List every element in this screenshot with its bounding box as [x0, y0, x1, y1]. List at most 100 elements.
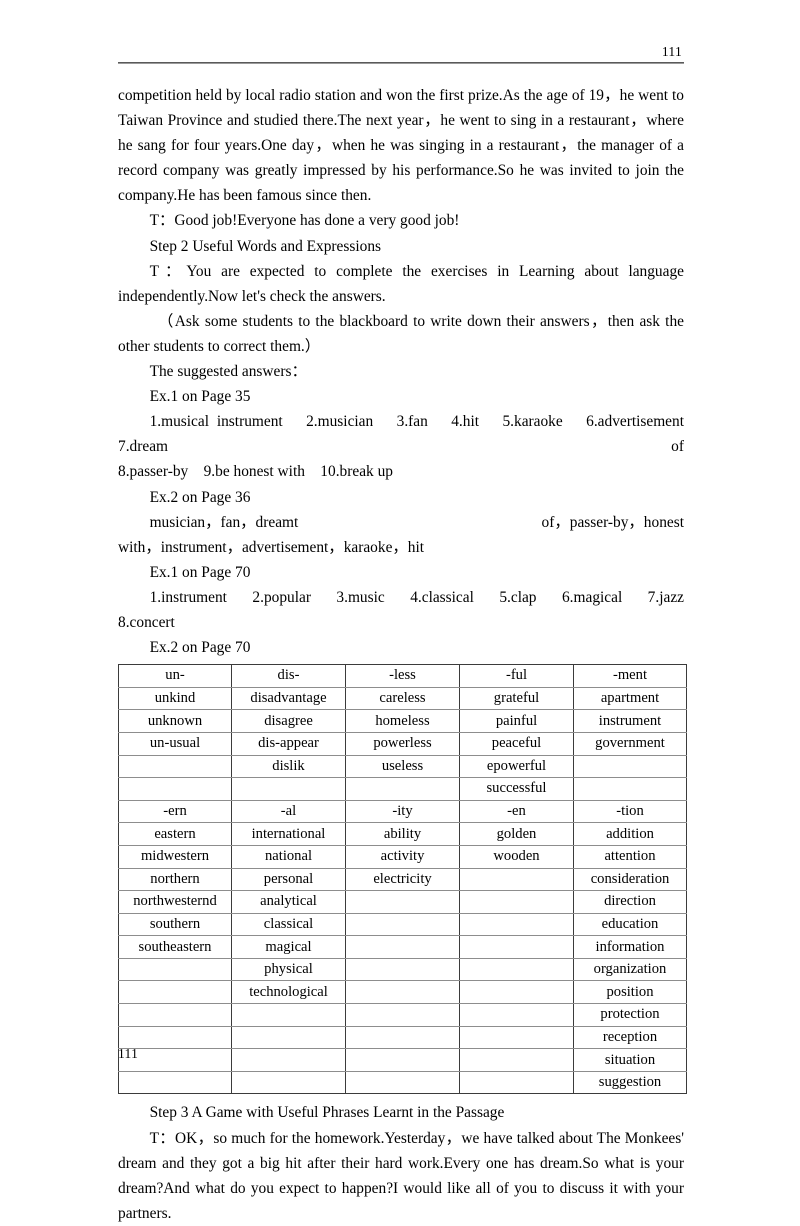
table-cell	[118, 1003, 232, 1027]
table-cell	[231, 1048, 346, 1072]
table-cell: protection	[573, 1003, 687, 1027]
page-content: 111 competition held by local radio stat…	[118, 44, 700, 1226]
table-cell: apartment	[573, 686, 687, 711]
table-cell: classical	[231, 912, 346, 937]
table-cell: un-usual	[118, 731, 232, 756]
running-header: 111	[118, 44, 684, 64]
table-cell: activity	[345, 844, 460, 869]
table-row: unknown disagree homeless painful instrument	[118, 709, 687, 733]
table-cell	[345, 1070, 460, 1095]
table-cell: useless	[345, 754, 460, 779]
table-cell: situation	[573, 1048, 687, 1072]
table-cell	[573, 754, 687, 779]
table-cell	[118, 957, 232, 982]
table-cell: organization	[573, 957, 687, 982]
table-cell	[459, 890, 574, 914]
table-cell	[118, 754, 232, 779]
table-cell: technological	[231, 980, 346, 1005]
table-cell: -en	[459, 799, 574, 824]
word-formation-table-body: un-dis- -less -ful -ment unkind disadvantage c…	[118, 664, 687, 1095]
table-cell: -tion	[573, 799, 687, 824]
table-cell: un-	[118, 664, 232, 688]
table-cell	[459, 912, 574, 937]
table-row: successful	[118, 777, 687, 801]
table-cell: attention	[573, 844, 687, 869]
table-cell: analytical	[231, 890, 346, 914]
table-cell	[345, 1025, 460, 1050]
line-ex2-page70: Ex.2 on Page 70	[149, 639, 251, 657]
line-ex2-page36-answers-a-left: musician，fan，dreamt	[149, 513, 299, 531]
table-row: southern classical education	[118, 912, 687, 937]
table-cell: painful	[459, 709, 574, 733]
line-ex1-page35-answers-b: 8.passer-by 9.be honest with 10.break up	[118, 463, 393, 481]
document-page: 111 competition held by local radio stat…	[0, 0, 800, 1222]
table-cell: -ment	[573, 664, 687, 688]
table-cell: consideration	[573, 867, 687, 892]
table-cell	[459, 957, 574, 982]
table-cell: -ful	[459, 664, 574, 688]
table-cell	[459, 935, 574, 959]
table-row: -ern -al -ity -en -tion	[118, 799, 687, 824]
table-cell	[345, 890, 460, 914]
table-cell: -ity	[345, 799, 460, 824]
table-cell	[118, 1070, 232, 1095]
table-cell: -al	[231, 799, 346, 824]
table-cell: education	[573, 912, 687, 937]
word-formation-table: un-dis- -less -ful -ment unkind disadvantage c…	[118, 664, 687, 1095]
table-cell	[231, 777, 346, 801]
table-cell	[459, 867, 574, 892]
table-row: midwestern national activity wooden attentio…	[118, 844, 687, 869]
line-suggested-answers: The suggested answers：	[149, 363, 307, 381]
table-cell	[231, 1003, 346, 1027]
table-cell	[345, 1048, 460, 1072]
table-cell: addition	[573, 822, 687, 846]
line-step-2: Step 2 Useful Words and Expressions	[149, 237, 382, 255]
line-ex2-page36: Ex.2 on Page 36	[149, 488, 251, 506]
table-row: unkind disadvantage careless grateful apartm…	[118, 686, 687, 711]
table-cell: peaceful	[459, 731, 574, 756]
table-cell: northwesternd	[118, 890, 232, 914]
table-cell	[459, 1070, 574, 1095]
table-cell	[459, 1003, 574, 1027]
table-cell	[345, 935, 460, 959]
table-row: physical organization	[118, 957, 687, 982]
table-cell: -less	[345, 664, 460, 688]
table-cell: electricity	[345, 867, 460, 892]
line-ex1-page35: Ex.1 on Page 35	[149, 388, 251, 406]
table-row: suggestion	[118, 1070, 687, 1095]
table-cell	[345, 957, 460, 982]
footer-page-number: 111	[118, 1046, 139, 1061]
table-cell: homeless	[345, 709, 460, 733]
table-cell	[231, 1070, 346, 1095]
line-ex1-page70-answers: 1.instrument 2.popular 3.music 4.classic…	[118, 588, 700, 631]
table-cell: midwestern	[118, 844, 232, 869]
table-cell: disagree	[231, 709, 346, 733]
table-cell	[345, 1003, 460, 1027]
table-cell: dis-	[231, 664, 346, 688]
table-cell: national	[231, 844, 346, 869]
table-cell: government	[573, 731, 687, 756]
table-cell	[345, 980, 460, 1005]
table-cell	[459, 980, 574, 1005]
table-row: un-dis- -less -ful -ment	[118, 664, 687, 688]
table-cell: magical	[231, 935, 346, 959]
table-cell: southern	[118, 912, 232, 937]
line-step-3: Step 3 A Game with Useful Phrases Learnt…	[149, 1104, 505, 1122]
table-row: dislik useless epowerful	[118, 754, 687, 779]
line-good-job: T：Good job!Everyone has done a very good…	[149, 212, 460, 230]
table-cell: direction	[573, 890, 687, 914]
table-cell: personal	[231, 867, 346, 892]
table-cell: physical	[231, 957, 346, 982]
table-cell: eastern	[118, 822, 232, 846]
paragraph-ok-homework: T：OK，so much for the homework.Yesterday，…	[118, 1129, 684, 1222]
table-cell: northern	[118, 867, 232, 892]
table-cell: instrument	[573, 709, 687, 733]
table-cell: southeastern	[118, 935, 232, 959]
table-row: technological position	[118, 980, 687, 1005]
table-cell: epowerful	[459, 754, 574, 779]
table-cell: grateful	[459, 686, 574, 711]
table-cell: information	[573, 935, 687, 959]
table-cell	[345, 777, 460, 801]
line-ex1-page35-answers-a: 1.musical instrument 2.musician 3.fan 4.…	[118, 413, 684, 456]
table-cell	[459, 1025, 574, 1050]
